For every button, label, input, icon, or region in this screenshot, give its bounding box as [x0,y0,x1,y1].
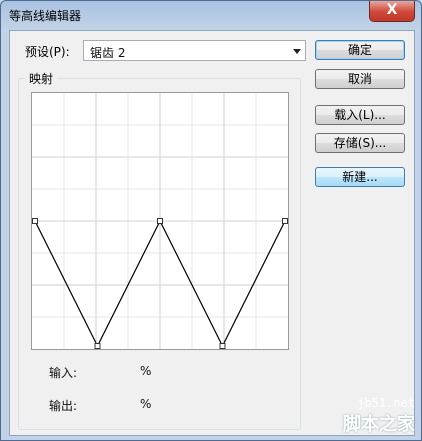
preset-select[interactable]: 锯齿 2 [83,40,306,61]
control-point[interactable] [282,218,288,224]
preset-value: 锯齿 2 [90,46,126,60]
title-bar[interactable]: 等高线编辑器 X [1,1,421,29]
input-label: 输入: [49,366,78,380]
preset-label: 预设(P): [25,45,70,59]
save-button[interactable]: 存储(S)... [315,133,405,153]
window-title: 等高线编辑器 [9,9,82,23]
cancel-button[interactable]: 取消 [315,69,405,89]
control-point[interactable] [94,343,101,349]
close-icon: X [386,2,398,18]
contour-editor-window: 等高线编辑器 X 预设(P): 锯齿 2 确定 取消 载入(L)... 存储(S… [0,0,422,441]
close-button[interactable]: X [369,1,415,22]
input-unit: % [140,364,152,378]
watermark-name: 脚本之家 [343,414,415,435]
dialog-body: 预设(P): 锯齿 2 确定 取消 载入(L)... 存储(S)... 新建..… [9,30,415,436]
contour-graph[interactable] [32,93,288,349]
mapping-label: 映射 [25,70,58,87]
contour-curve-area[interactable] [31,92,289,350]
watermark: jb51.net 脚本之家 [343,396,415,436]
load-button[interactable]: 载入(L)... [315,105,405,125]
new-button[interactable]: 新建... [315,167,405,187]
control-point[interactable] [32,218,38,224]
chevron-down-icon [293,49,301,54]
control-point[interactable] [157,218,163,224]
watermark-url: jb51.net [357,396,415,410]
control-point[interactable] [219,343,226,349]
output-label: 输出: [49,399,78,413]
ok-button[interactable]: 确定 [315,40,405,60]
output-unit: % [140,397,152,411]
